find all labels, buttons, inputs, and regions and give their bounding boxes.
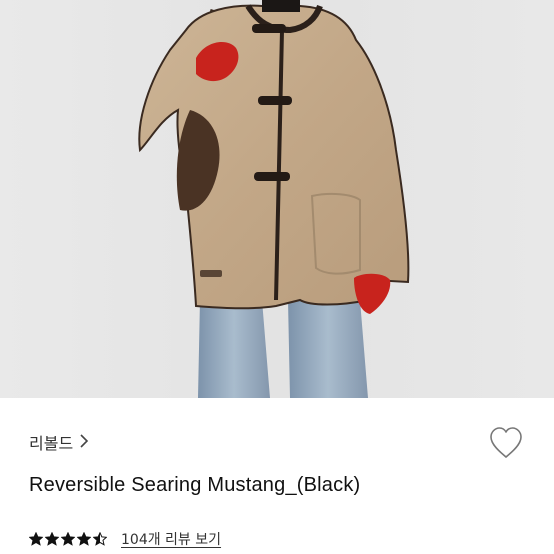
star-half-icon [93,532,107,546]
rating-row: 104개 리뷰 보기 [29,529,221,549]
brand-name: 리볼드 [29,434,74,453]
star-full-icon [45,532,59,546]
heart-outline-icon [490,427,522,458]
wishlist-button[interactable] [488,426,524,460]
star-full-icon [29,532,43,546]
chevron-right-icon [79,433,89,452]
star-full-icon [77,532,91,546]
product-image[interactable] [0,0,554,398]
review-link[interactable]: 104개 리뷰 보기 [121,529,221,549]
rating-stars [29,532,107,546]
product-info: 리볼드 Reversible Searing Mustang_(Black) 1… [0,398,554,554]
product-title: Reversible Searing Mustang_(Black) [29,474,361,496]
star-full-icon [61,532,75,546]
brand-link[interactable]: 리볼드 [29,430,89,454]
